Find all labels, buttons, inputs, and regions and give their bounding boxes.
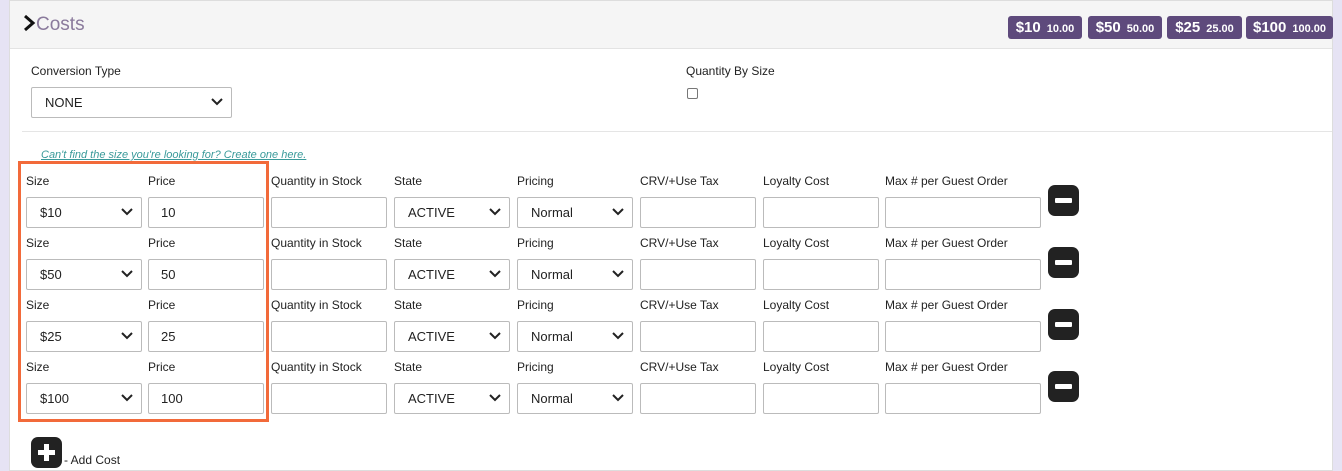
remove-cost-button[interactable] [1048,371,1079,402]
pricing-label: Pricing [517,298,554,312]
pricing-label: Pricing [517,360,554,374]
crv-input[interactable] [640,383,756,414]
max-guest-input[interactable] [885,383,1041,414]
max-guest-input[interactable] [885,321,1041,352]
loyalty-label: Loyalty Cost [763,298,830,312]
pricing-select[interactable]: Normal [517,197,633,228]
minus-icon [1055,322,1072,327]
pricing-label: Pricing [517,174,554,188]
state-label: State [394,360,423,374]
remove-cost-button[interactable] [1048,247,1079,278]
loyalty-input[interactable] [763,197,879,228]
quantity-input[interactable] [271,383,387,414]
pricing-select[interactable]: Normal [517,259,633,290]
quantity-label: Quantity in Stock [271,360,362,374]
quantity-label: Quantity in Stock [271,236,362,250]
caret-down-icon [489,270,501,278]
quantity-label: Quantity in Stock [271,298,362,312]
loyalty-label: Loyalty Cost [763,174,830,188]
costs-panel: Costs $10 10.00 $50 50.00 $25 25.00 $100 100… [9,0,1333,471]
max-guest-input[interactable] [885,197,1041,228]
caret-down-icon [612,332,624,340]
state-select[interactable]: ACTIVE [394,259,510,290]
state-label: State [394,298,423,312]
caret-down-icon [612,270,624,278]
state-select[interactable]: ACTIVE [394,383,510,414]
price-badge: $25 25.00 [1167,16,1242,39]
add-cost-label[interactable]: - Add Cost [64,453,120,467]
crv-label: CRV/+Use Tax [640,174,719,188]
quantity-label: Quantity in Stock [271,174,362,188]
add-cost-button[interactable] [31,437,62,468]
minus-icon [1055,260,1072,265]
max-guest-label: Max # per Guest Order [885,360,1008,374]
max-guest-input[interactable] [885,259,1041,290]
crv-label: CRV/+Use Tax [640,360,719,374]
caret-down-icon [489,394,501,402]
caret-down-icon [211,98,223,106]
crv-input[interactable] [640,197,756,228]
loyalty-input[interactable] [763,383,879,414]
chevron-right-icon[interactable] [22,14,36,32]
create-size-link[interactable]: Can't find the size you're looking for? … [41,149,306,161]
crv-input[interactable] [640,321,756,352]
max-guest-label: Max # per Guest Order [885,174,1008,188]
conversion-type-select[interactable]: NONE [31,87,232,118]
remove-cost-button[interactable] [1048,185,1079,216]
quantity-by-size-checkbox[interactable] [687,88,698,99]
quantity-by-size-label: Quantity By Size [686,64,775,78]
max-guest-label: Max # per Guest Order [885,298,1008,312]
caret-down-icon [612,208,624,216]
state-label: State [394,174,423,188]
divider [22,131,1332,132]
panel-header: Costs $10 10.00 $50 50.00 $25 25.00 $100 100… [10,1,1333,49]
quantity-input[interactable] [271,197,387,228]
state-select[interactable]: ACTIVE [394,321,510,352]
state-label: State [394,236,423,250]
size-price-highlight [18,161,269,422]
panel-title[interactable]: Costs [36,14,85,36]
pricing-label: Pricing [517,236,554,250]
minus-icon [1055,384,1072,389]
caret-down-icon [612,394,624,402]
pricing-select[interactable]: Normal [517,321,633,352]
caret-down-icon [489,332,501,340]
crv-input[interactable] [640,259,756,290]
loyalty-input[interactable] [763,259,879,290]
max-guest-label: Max # per Guest Order [885,236,1008,250]
caret-down-icon [489,208,501,216]
price-badge: $100 100.00 [1246,16,1333,39]
quantity-input[interactable] [271,259,387,290]
state-select[interactable]: ACTIVE [394,197,510,228]
quantity-input[interactable] [271,321,387,352]
loyalty-input[interactable] [763,321,879,352]
price-badge: $50 50.00 [1088,16,1162,39]
crv-label: CRV/+Use Tax [640,298,719,312]
minus-icon [1055,198,1072,203]
loyalty-label: Loyalty Cost [763,360,830,374]
remove-cost-button[interactable] [1048,309,1079,340]
crv-label: CRV/+Use Tax [640,236,719,250]
loyalty-label: Loyalty Cost [763,236,830,250]
conversion-type-label: Conversion Type [31,64,121,78]
price-badge: $10 10.00 [1008,16,1082,39]
pricing-select[interactable]: Normal [517,383,633,414]
